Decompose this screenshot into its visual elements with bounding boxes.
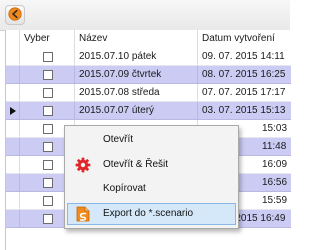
row-indicator[interactable] — [6, 210, 20, 228]
date-cell: 09. 07. 2015 14:11 — [202, 51, 285, 62]
column-header-vyber[interactable]: Vyber — [20, 30, 75, 48]
select-checkbox[interactable] — [43, 124, 53, 134]
date-cell: 08. 07. 2015 16:25 — [202, 69, 286, 80]
menu-item-label: Otevřít — [103, 134, 134, 145]
menu-item-copy[interactable]: Kopírovat — [67, 178, 236, 200]
column-header-datum[interactable]: Datum vytvoření — [198, 30, 291, 48]
row-indicator[interactable] — [6, 48, 20, 66]
scenario-export-icon — [75, 206, 91, 222]
row-indicator[interactable] — [6, 102, 20, 120]
date-cell: 15:03 — [262, 123, 288, 134]
column-header-nazev[interactable]: Název — [75, 30, 198, 48]
row-header-corner — [6, 30, 20, 48]
select-checkbox[interactable] — [43, 214, 53, 224]
date-cell: 03. 07. 2015 15:13 — [202, 105, 286, 116]
select-checkbox[interactable] — [43, 178, 53, 188]
row-indicator[interactable] — [6, 192, 20, 210]
row-indicator[interactable] — [6, 84, 20, 102]
name-cell: 2015.07.08 středa — [79, 87, 160, 98]
gear-icon — [75, 157, 91, 173]
select-checkbox[interactable] — [43, 88, 53, 98]
name-cell: 2015.07.10 pátek — [79, 51, 157, 62]
date-cell: 11:48 — [262, 141, 287, 152]
row-indicator[interactable] — [6, 120, 20, 138]
row-indicator[interactable] — [6, 156, 20, 174]
row-indicator[interactable] — [6, 138, 20, 156]
menu-item-label: Otevřít & Řešit — [103, 159, 169, 170]
grid-header: Vyber Název Datum vytvoření — [6, 30, 291, 49]
date-cell: 15:59 — [262, 195, 288, 206]
select-checkbox[interactable] — [43, 196, 53, 206]
select-checkbox[interactable] — [43, 70, 53, 80]
menu-item-open-solve[interactable]: Otevřít & Řešit — [67, 154, 236, 176]
row-indicator[interactable] — [6, 174, 20, 192]
name-cell: 2015.07.09 čtvrtek — [79, 69, 162, 80]
table-row[interactable]: 2015.07.08 středa 07. 07. 2015 17:17 — [6, 84, 291, 102]
toolbar-button[interactable] — [5, 5, 25, 25]
current-row-arrow-icon — [10, 107, 16, 115]
menu-item-label: Export do *.scenario — [103, 208, 194, 219]
name-cell: 2015.07.07 úterý — [79, 105, 155, 116]
orange-arrow-icon — [8, 6, 22, 24]
toolbar — [0, 0, 290, 31]
menu-item-label: Kopírovat — [103, 183, 146, 194]
context-menu: Otevřít Otevřít & Řešit Kopírovat Export… — [64, 125, 239, 229]
date-cell: 07. 07. 2015 17:17 — [202, 87, 286, 98]
select-checkbox[interactable] — [43, 142, 53, 152]
date-cell: 16:09 — [262, 159, 288, 170]
select-checkbox[interactable] — [43, 160, 53, 170]
select-checkbox[interactable] — [43, 106, 53, 116]
table-row[interactable]: 2015.07.09 čtvrtek 08. 07. 2015 16:25 — [6, 66, 291, 84]
menu-item-export-scenario[interactable]: Export do *.scenario — [67, 203, 236, 225]
table-row[interactable]: 2015.07.10 pátek 09. 07. 2015 14:11 — [6, 48, 291, 66]
date-cell: 16:56 — [262, 177, 288, 188]
menu-item-open[interactable]: Otevřít — [67, 129, 236, 151]
select-checkbox[interactable] — [43, 52, 53, 62]
table-row[interactable]: 2015.07.07 úterý 03. 07. 2015 15:13 — [6, 102, 291, 120]
row-indicator[interactable] — [6, 66, 20, 84]
